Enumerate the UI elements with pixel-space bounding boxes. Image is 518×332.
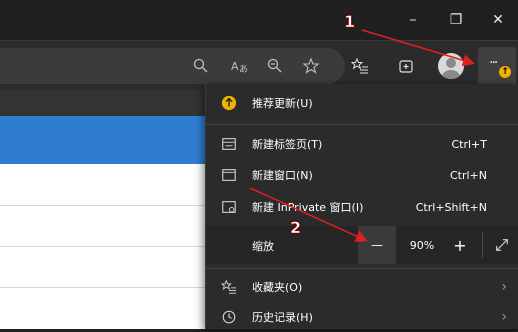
menu-item-new-inprivate-shortcut: Ctrl+Shift+N [415, 200, 487, 214]
zoom-icon[interactable] [188, 53, 214, 79]
menu-item-new-tab-label: 新建标签页(T) [252, 138, 323, 151]
menu-item-new-inprivate-label: 新建 InPrivate 窗口(I) [252, 201, 364, 214]
more-icon: ··· [489, 55, 498, 71]
zoom-in-button[interactable]: + [444, 226, 476, 264]
menu-item-update[interactable]: 推荐更新(U) [206, 88, 518, 118]
menu-separator [206, 124, 518, 125]
menu-item-update-label: 推荐更新(U) [252, 97, 313, 110]
menu-item-favorites[interactable]: 收藏夹(O) › [206, 272, 518, 302]
favorites-icon [220, 278, 238, 296]
menu-separator [206, 268, 518, 269]
minimize-button[interactable]: – [395, 0, 431, 40]
menu-item-new-window[interactable]: 新建窗口(N) Ctrl+N [206, 160, 518, 190]
favorite-star-icon[interactable] [298, 53, 324, 79]
annotation-step-1: 1 [344, 12, 356, 32]
svg-text:A: A [231, 60, 239, 73]
zoom-out-button[interactable]: — [358, 226, 396, 264]
menu-item-new-tab-shortcut: Ctrl+T [451, 137, 487, 151]
read-aloud-icon[interactable]: Aあ [226, 53, 252, 79]
fullscreen-button[interactable] [488, 226, 516, 264]
new-tab-icon [220, 135, 238, 153]
new-window-icon [220, 166, 238, 184]
favorites-list-icon[interactable] [347, 53, 373, 79]
menu-item-history[interactable]: 历史记录(H) › [206, 302, 518, 332]
menu-item-new-inprivate[interactable]: 新建 InPrivate 窗口(I) Ctrl+Shift+N [206, 192, 518, 222]
more-button[interactable]: ··· ↑ [478, 47, 516, 85]
zoom-out-label: — [371, 238, 383, 252]
zoom-in-label: + [453, 235, 467, 255]
restore-button[interactable]: ❐ [438, 0, 474, 40]
zoom-out-icon[interactable] [262, 53, 288, 79]
update-icon [220, 94, 238, 112]
history-icon [220, 308, 238, 326]
menu-item-history-label: 历史记录(H) [252, 311, 313, 324]
inprivate-icon [220, 198, 238, 216]
zoom-label: 缩放 [252, 240, 274, 253]
collections-icon[interactable] [393, 53, 419, 79]
update-badge-icon: ↑ [499, 66, 511, 78]
fullscreen-icon [496, 239, 508, 251]
menu-item-new-window-label: 新建窗口(N) [252, 169, 313, 182]
zoom-row: 缩放 — 90% + [206, 226, 518, 264]
page-divider [0, 205, 210, 206]
page-divider [0, 287, 210, 288]
profile-avatar-icon[interactable] [438, 53, 464, 79]
menu-item-new-tab[interactable]: 新建标签页(T) Ctrl+T [206, 129, 518, 159]
chevron-right-icon: › [501, 309, 507, 325]
page-banner [0, 116, 210, 164]
page-header-strip [0, 90, 210, 116]
address-bar[interactable] [0, 48, 345, 84]
svg-text:あ: あ [239, 64, 248, 75]
settings-menu: 推荐更新(U) 新建标签页(T) Ctrl+T 新建窗口(N) Ctrl+N 新… [205, 84, 518, 329]
close-button[interactable]: ✕ [480, 0, 516, 40]
zoom-divider [482, 232, 483, 258]
zoom-level: 90% [409, 238, 435, 252]
menu-item-favorites-label: 收藏夹(O) [252, 281, 303, 294]
chevron-right-icon: › [501, 279, 507, 295]
annotation-step-2: 2 [290, 218, 302, 238]
menu-item-new-window-shortcut: Ctrl+N [449, 168, 487, 182]
title-bar: – ❐ ✕ [0, 0, 518, 40]
page-divider [0, 246, 210, 247]
